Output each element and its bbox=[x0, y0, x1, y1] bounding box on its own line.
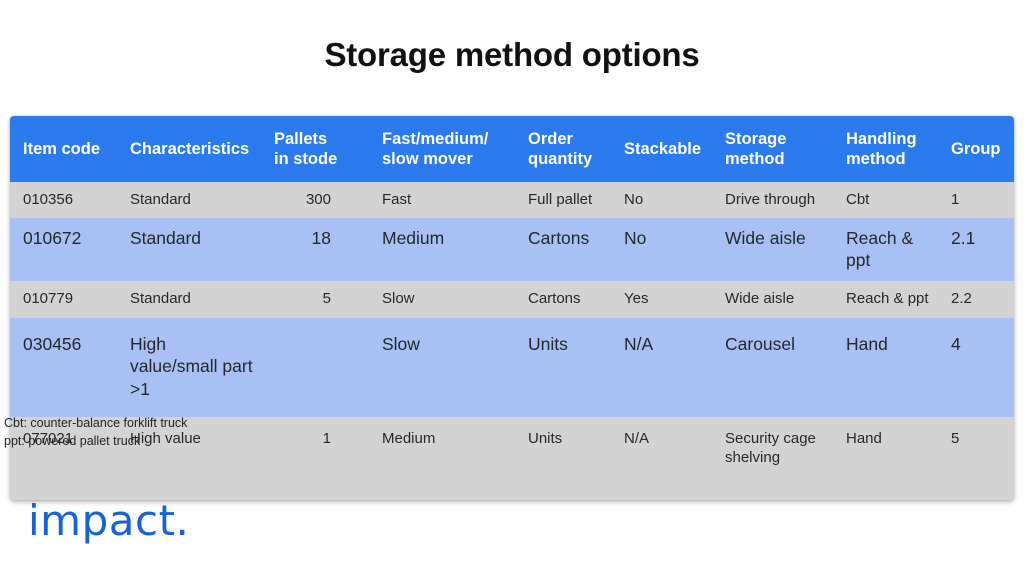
column-header-handling-method-line2: method bbox=[846, 150, 906, 168]
column-header-stackable: Stackable bbox=[611, 116, 712, 182]
impact-logo: impact. bbox=[28, 496, 190, 545]
column-header-storage-method-line2: method bbox=[725, 150, 785, 168]
cell-group: 4 bbox=[938, 317, 1014, 417]
column-header-order-quantity: Order quantity bbox=[515, 116, 611, 182]
column-header-pallets-in-stode: Pallets in stode bbox=[262, 116, 369, 182]
column-header-storage-method-line1: Storage bbox=[725, 129, 787, 148]
cell-handling-method: Cbt bbox=[833, 182, 938, 218]
cell-item-code: 030456 bbox=[10, 317, 117, 417]
column-header-group-line1: Group bbox=[951, 139, 1001, 158]
page-title: Storage method options bbox=[324, 36, 700, 73]
cell-handling-method: Reach & ppt bbox=[833, 281, 938, 318]
cell-stackable: N/A bbox=[611, 416, 712, 500]
column-header-mover-line1: Fast/medium/ bbox=[382, 129, 489, 148]
cell-handling-method: Hand bbox=[833, 416, 938, 500]
table-row: 010672 Standard 18 Medium Cartons No Wid… bbox=[10, 217, 1014, 281]
cell-pallets-in-stode: 300 bbox=[262, 182, 369, 218]
cell-characteristics: Standard bbox=[117, 217, 262, 281]
cell-order-quantity: Units bbox=[515, 416, 611, 500]
column-header-order-quantity-line1: Order bbox=[528, 129, 573, 148]
cell-order-quantity: Units bbox=[515, 317, 611, 417]
cell-order-quantity: Cartons bbox=[515, 217, 611, 281]
cell-storage-method: Drive through bbox=[712, 182, 833, 218]
column-header-characteristics: Characteristics bbox=[117, 116, 262, 182]
table-row: 010356 Standard 300 Fast Full pallet No … bbox=[10, 182, 1014, 218]
cell-item-code: 010779 bbox=[10, 281, 117, 318]
cell-pallets-in-stode bbox=[262, 317, 369, 417]
cell-handling-method: Reach & ppt bbox=[833, 217, 938, 281]
footnote-ppt: ppt: powered pallet truck bbox=[4, 434, 141, 449]
cell-group: 5 bbox=[938, 416, 1014, 500]
cell-mover: Slow bbox=[369, 317, 515, 417]
cell-mover: Medium bbox=[369, 416, 515, 500]
cell-group: 2.2 bbox=[938, 281, 1014, 318]
cell-mover: Fast bbox=[369, 182, 515, 218]
cell-characteristics: Standard bbox=[117, 182, 262, 218]
column-header-order-quantity-line2: quantity bbox=[528, 150, 593, 168]
column-header-pallets-line2: in stode bbox=[274, 150, 338, 168]
cell-stackable: N/A bbox=[611, 317, 712, 417]
column-header-item-code: Item code bbox=[10, 116, 117, 182]
table-header-row: Item code Characteristics Pallets in sto… bbox=[10, 116, 1014, 182]
footnote-cbt: Cbt: counter-balance forklift truck bbox=[4, 416, 188, 430]
cell-group: 2.1 bbox=[938, 217, 1014, 281]
column-header-group: Group bbox=[938, 116, 1014, 182]
cell-order-quantity: Cartons bbox=[515, 281, 611, 318]
column-header-pallets-line1: Pallets bbox=[274, 129, 328, 148]
cell-item-code: 010356 bbox=[10, 182, 117, 218]
cell-characteristics: Standard bbox=[117, 281, 262, 318]
column-header-item-code-line1: Item code bbox=[23, 139, 101, 158]
column-header-stackable-line1: Stackable bbox=[624, 139, 702, 158]
cell-storage-method: Wide aisle bbox=[712, 217, 833, 281]
cell-characteristics: High value/small part >1 bbox=[117, 317, 262, 417]
footnotes: Cbt: counter-balance forklift truck ppt:… bbox=[4, 414, 187, 450]
cell-pallets-in-stode: 5 bbox=[262, 281, 369, 318]
column-header-characteristics-line1: Characteristics bbox=[130, 139, 250, 158]
cell-storage-method: Security cage shelving bbox=[712, 416, 833, 500]
column-header-handling-method: Handling method bbox=[833, 116, 938, 182]
cell-storage-method: Wide aisle bbox=[712, 281, 833, 318]
column-header-mover: Fast/medium/ slow mover bbox=[369, 116, 515, 182]
cell-storage-method: Carousel bbox=[712, 317, 833, 417]
cell-pallets-in-stode: 18 bbox=[262, 217, 369, 281]
table-header: Item code Characteristics Pallets in sto… bbox=[10, 116, 1014, 182]
table-row: 030456 High value/small part >1 Slow Uni… bbox=[10, 317, 1014, 417]
cell-pallets-in-stode: 1 bbox=[262, 416, 369, 500]
cell-handling-method: Hand bbox=[833, 317, 938, 417]
cell-group: 1 bbox=[938, 182, 1014, 218]
cell-item-code: 010672 bbox=[10, 217, 117, 281]
cell-stackable: Yes bbox=[611, 281, 712, 318]
table-body: 010356 Standard 300 Fast Full pallet No … bbox=[10, 182, 1014, 500]
cell-order-quantity: Full pallet bbox=[515, 182, 611, 218]
column-header-storage-method: Storage method bbox=[712, 116, 833, 182]
column-header-handling-method-line1: Handling bbox=[846, 129, 917, 148]
cell-mover: Medium bbox=[369, 217, 515, 281]
cell-mover: Slow bbox=[369, 281, 515, 318]
cell-stackable: No bbox=[611, 182, 712, 218]
table-row: 010779 Standard 5 Slow Cartons Yes Wide … bbox=[10, 281, 1014, 318]
column-header-mover-line2: slow mover bbox=[382, 150, 473, 168]
cell-stackable: No bbox=[611, 217, 712, 281]
